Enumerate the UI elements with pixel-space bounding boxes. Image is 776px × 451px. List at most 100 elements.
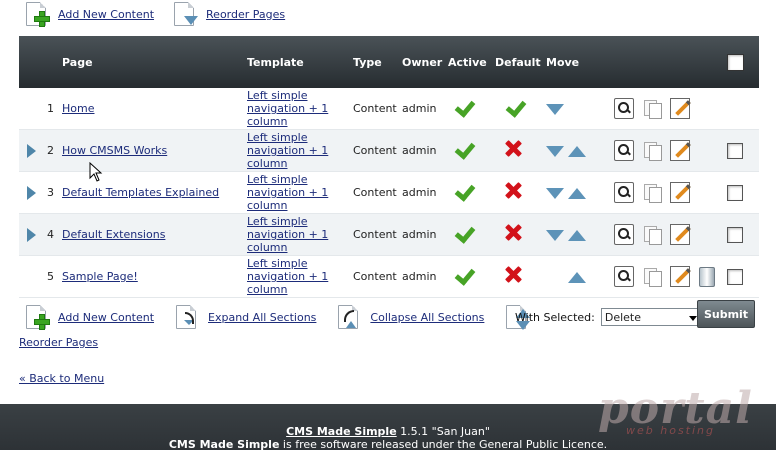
copy-page-icon[interactable] xyxy=(643,267,662,287)
edit-page-icon[interactable] xyxy=(670,182,690,203)
not-default-cross-icon[interactable] xyxy=(505,225,521,241)
not-default-cross-icon[interactable] xyxy=(505,141,521,157)
view-page-icon[interactable] xyxy=(614,182,634,203)
page-type: Content xyxy=(353,228,397,241)
delete-page-icon[interactable] xyxy=(699,266,715,287)
active-check-icon[interactable] xyxy=(454,98,474,116)
expand-arrow-icon[interactable] xyxy=(27,143,36,158)
active-check-icon[interactable] xyxy=(454,266,474,284)
default-check-icon[interactable] xyxy=(505,98,525,116)
add-content-icon[interactable] xyxy=(22,0,52,28)
template-link[interactable]: Left simple navigation + 1 column xyxy=(247,131,328,170)
view-page-icon[interactable] xyxy=(614,140,634,161)
active-check-icon[interactable] xyxy=(454,224,474,242)
license-text: is free software released under the Gene… xyxy=(279,438,608,451)
bulk-action-select[interactable]: Delete xyxy=(600,308,701,326)
copy-page-icon[interactable] xyxy=(643,99,662,119)
bottom-add-new-content[interactable]: Add New Content xyxy=(22,303,154,331)
watermark-subtext: web hosting xyxy=(626,424,715,437)
reorder-pages-link[interactable]: Reorder Pages xyxy=(206,8,285,21)
bulk-action-value: Delete xyxy=(604,311,642,324)
select-all-checkbox[interactable] xyxy=(727,53,744,71)
expand-all-link[interactable]: Expand All Sections xyxy=(208,311,316,324)
table-header-row: Page Template Type Owner Active Default … xyxy=(19,36,759,88)
back-to-menu-link[interactable]: « Back to Menu xyxy=(19,372,104,385)
table-row: 4 Default Extensions Left simple navigatio… xyxy=(19,213,759,256)
add-new-content-link[interactable]: Add New Content xyxy=(58,311,154,324)
collapse-all-icon[interactable] xyxy=(334,303,364,331)
row-select-checkbox[interactable] xyxy=(727,184,743,201)
edit-page-icon[interactable] xyxy=(670,224,690,245)
view-page-icon[interactable] xyxy=(614,266,634,287)
with-selected-label: With Selected: xyxy=(515,310,595,324)
move-down-icon[interactable] xyxy=(546,187,564,199)
submit-button[interactable]: Submit xyxy=(697,300,755,328)
header-type: Type xyxy=(353,55,382,69)
add-new-content-link[interactable]: Add New Content xyxy=(58,8,154,21)
header-owner: Owner xyxy=(402,55,443,69)
move-up-icon[interactable] xyxy=(568,229,586,241)
move-up-icon[interactable] xyxy=(568,271,586,283)
row-select-checkbox[interactable] xyxy=(727,142,743,159)
reorder-pages-link[interactable]: Reorder Pages xyxy=(19,336,98,349)
expand-all-icon[interactable] xyxy=(172,303,202,331)
row-select-checkbox[interactable] xyxy=(727,226,743,243)
row-number: 1 xyxy=(47,102,54,115)
page-owner: admin xyxy=(402,186,437,199)
row-number: 3 xyxy=(47,186,54,199)
page-title-link[interactable]: Home xyxy=(62,102,94,115)
edit-page-icon[interactable] xyxy=(670,266,690,287)
copy-page-icon[interactable] xyxy=(643,183,662,203)
expand-arrow-icon[interactable] xyxy=(27,185,36,200)
add-content-icon[interactable] xyxy=(22,303,52,331)
page-title-link[interactable]: Sample Page! xyxy=(62,270,138,283)
page-title-link[interactable]: Default Templates Explained xyxy=(62,186,219,199)
page-type: Content xyxy=(353,102,397,115)
edit-page-icon[interactable] xyxy=(670,140,690,161)
collapse-all-sections[interactable]: Collapse All Sections xyxy=(334,303,484,331)
license-product: CMS Made Simple xyxy=(168,438,280,451)
active-check-icon[interactable] xyxy=(454,140,474,158)
template-link[interactable]: Left simple navigation + 1 column xyxy=(247,89,328,128)
page-owner: admin xyxy=(402,228,437,241)
top-add-new-content[interactable]: Add New Content xyxy=(22,0,154,28)
row-number: 2 xyxy=(47,144,54,157)
row-number: 5 xyxy=(47,270,54,283)
page-title-link[interactable]: Default Extensions xyxy=(62,228,165,241)
copy-page-icon[interactable] xyxy=(643,225,662,245)
bottom-actions: Add New Content Expand All Sections Coll… xyxy=(22,300,556,334)
active-check-icon[interactable] xyxy=(454,182,474,200)
collapse-all-link[interactable]: Collapse All Sections xyxy=(370,311,484,324)
header-default: Default xyxy=(495,55,541,69)
copy-page-icon[interactable] xyxy=(643,141,662,161)
page-type: Content xyxy=(353,144,397,157)
expand-all-sections[interactable]: Expand All Sections xyxy=(172,303,316,331)
table-row: 2 How CMSMS Works Left simple navigation +… xyxy=(19,129,759,172)
page-title-link[interactable]: How CMSMS Works xyxy=(62,144,167,157)
page-type: Content xyxy=(353,186,397,199)
view-page-icon[interactable] xyxy=(614,98,634,119)
expand-arrow-icon[interactable] xyxy=(27,227,36,242)
reorder-pages-icon[interactable] xyxy=(170,0,200,28)
move-up-icon[interactable] xyxy=(568,145,586,157)
not-default-cross-icon[interactable] xyxy=(505,183,521,199)
template-link[interactable]: Left simple navigation + 1 column xyxy=(247,257,328,296)
version-text: 1.5.1 "San Juan" xyxy=(400,425,490,438)
page-type: Content xyxy=(353,270,397,283)
template-link[interactable]: Left simple navigation + 1 column xyxy=(247,215,328,254)
top-reorder-pages[interactable]: Reorder Pages xyxy=(170,0,285,28)
mouse-cursor-icon xyxy=(89,162,103,182)
bulk-action: With Selected: Delete xyxy=(515,308,701,326)
move-down-icon[interactable] xyxy=(546,229,564,241)
view-page-icon[interactable] xyxy=(614,224,634,245)
cms-made-simple-link[interactable]: CMS Made Simple xyxy=(286,425,397,438)
not-default-cross-icon[interactable] xyxy=(505,267,521,283)
move-up-icon[interactable] xyxy=(568,187,586,199)
edit-page-icon[interactable] xyxy=(670,98,690,119)
row-select-checkbox[interactable] xyxy=(727,268,743,285)
move-down-icon[interactable] xyxy=(546,103,564,115)
footer-line-2: CMS Made Simple is free software release… xyxy=(0,438,776,451)
table-row: 5 Sample Page! Left simple navigation + 1 … xyxy=(19,255,759,298)
move-down-icon[interactable] xyxy=(546,145,564,157)
template-link[interactable]: Left simple navigation + 1 column xyxy=(247,173,328,212)
